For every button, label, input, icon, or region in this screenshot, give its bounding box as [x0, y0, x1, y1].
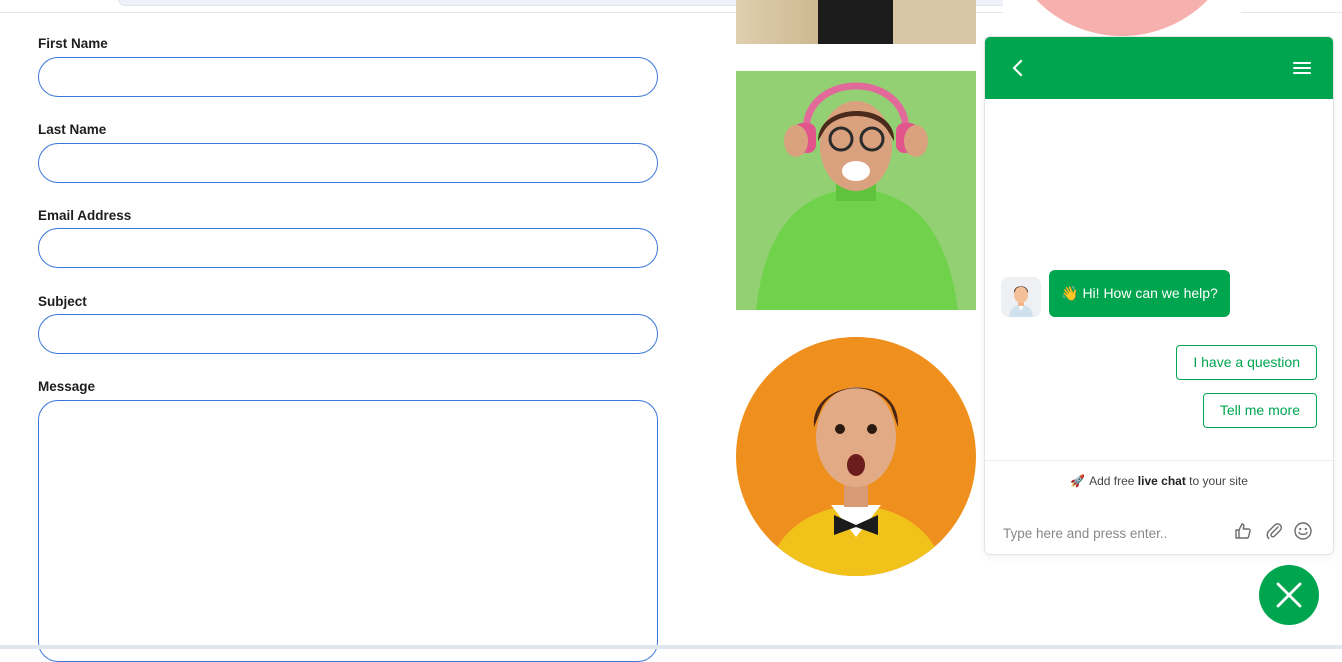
- agent-avatar: [1001, 277, 1041, 317]
- email-field[interactable]: [38, 228, 658, 268]
- message-label: Message: [38, 379, 96, 394]
- wave-emoji-icon: 👋: [1061, 285, 1079, 301]
- menu-icon[interactable]: [1291, 57, 1313, 79]
- paperclip-icon[interactable]: [1264, 521, 1284, 541]
- promo-link[interactable]: 🚀 Add free live chat to your site: [985, 474, 1333, 488]
- back-arrow-icon[interactable]: [1007, 57, 1029, 79]
- message-field[interactable]: [38, 400, 658, 662]
- promo-bold: live chat: [1137, 474, 1186, 488]
- chat-divider: [985, 460, 1333, 461]
- photo-surprised-man: [736, 337, 976, 576]
- promo-suffix: to your site: [1189, 474, 1248, 488]
- promo-prefix: Add free: [1089, 474, 1135, 488]
- subject-field[interactable]: [38, 314, 658, 354]
- close-chat-button[interactable]: [1259, 565, 1319, 625]
- last-name-field[interactable]: [38, 143, 658, 183]
- photo-person-pink-background: [1003, 0, 1241, 36]
- photo-shirt-detail: [818, 0, 893, 44]
- woman-headphones-illustration: [736, 71, 976, 310]
- greeting-message: 👋 Hi! How can we help?: [1049, 270, 1230, 317]
- photo-woman-with-headphones: [736, 71, 976, 310]
- live-chat-widget: 👋 Hi! How can we help? I have a question …: [984, 36, 1334, 555]
- email-label: Email Address: [38, 208, 132, 223]
- quick-reply-tell-more[interactable]: Tell me more: [1202, 393, 1317, 428]
- quick-reply-question[interactable]: I have a question: [1176, 345, 1317, 380]
- chat-header: [985, 37, 1333, 99]
- smiley-icon[interactable]: [1293, 521, 1313, 541]
- photo-person-in-coat: [736, 0, 976, 44]
- subject-label: Subject: [38, 294, 87, 309]
- first-name-field[interactable]: [38, 57, 658, 97]
- last-name-label: Last Name: [38, 122, 107, 137]
- surprised-man-illustration: [736, 337, 976, 576]
- photo-pink-circle: [1003, 0, 1241, 36]
- close-icon: [1276, 582, 1302, 608]
- rocket-icon: 🚀: [1070, 474, 1086, 488]
- photo-coat-detail: [736, 0, 818, 44]
- thumbs-up-icon[interactable]: [1233, 521, 1253, 541]
- greeting-text: Hi! How can we help?: [1082, 285, 1218, 301]
- browser-bottom-edge: [0, 645, 1342, 649]
- chat-message-input[interactable]: [1001, 522, 1225, 544]
- first-name-label: First Name: [38, 36, 108, 51]
